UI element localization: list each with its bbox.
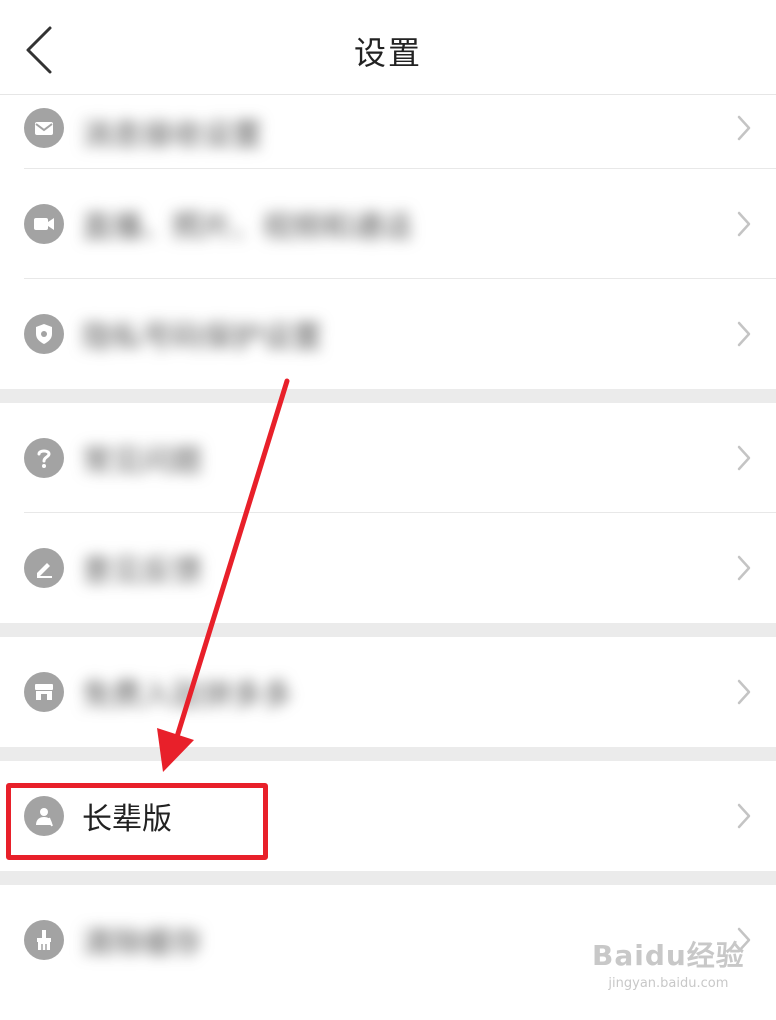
settings-item-message[interactable]: 消息接收设置 [0, 95, 776, 169]
broom-icon [24, 920, 64, 960]
chevron-right-icon [737, 321, 751, 347]
header-bar: 设置 [0, 0, 776, 95]
settings-list: 消息接收设置 直播、照片、视频和通话 隐私号码保护设置 常见问题 意见反馈 免费… [0, 95, 776, 995]
settings-item-privacy[interactable]: 隐私号码保护设置 [0, 279, 776, 389]
settings-item-label: 免费入驻拼多多 [82, 678, 292, 713]
store-icon [24, 672, 64, 712]
chevron-right-icon [737, 803, 751, 829]
watermark-url: jingyan.baidu.com [608, 976, 729, 991]
group-divider [0, 389, 776, 403]
settings-item-feedback[interactable]: 意见反馈 [0, 513, 776, 623]
page-title: 设置 [353, 34, 422, 72]
watermark: Baidu经验 jingyan.baidu.com [592, 934, 745, 991]
pen-icon [24, 548, 64, 588]
chevron-right-icon [737, 555, 751, 581]
chevron-right-icon [737, 679, 751, 705]
question-icon [24, 438, 64, 478]
shield-icon [24, 314, 64, 354]
settings-group-2: 常见问题 意见反馈 [0, 403, 776, 623]
highlight-box [6, 783, 268, 860]
settings-item-merchant[interactable]: 免费入驻拼多多 [0, 637, 776, 747]
watermark-logo: Baidu经验 [592, 939, 745, 972]
group-divider [0, 747, 776, 761]
video-icon [24, 204, 64, 244]
settings-item-label: 清除缓存 [82, 926, 202, 961]
chevron-right-icon [737, 445, 751, 471]
settings-group-3: 免费入驻拼多多 [0, 637, 776, 747]
settings-item-label: 直播、照片、视频和通话 [82, 210, 412, 245]
settings-item-label: 常见问题 [82, 444, 202, 479]
chevron-right-icon [737, 211, 751, 237]
settings-item-label: 意见反馈 [82, 554, 202, 589]
settings-item-faq[interactable]: 常见问题 [0, 403, 776, 513]
settings-item-label: 隐私号码保护设置 [82, 320, 322, 355]
settings-item-media[interactable]: 直播、照片、视频和通话 [0, 169, 776, 279]
group-divider [0, 623, 776, 637]
chevron-right-icon [737, 115, 751, 141]
settings-item-label: 消息接收设置 [82, 118, 262, 153]
group-divider [0, 871, 776, 885]
settings-group-1: 消息接收设置 直播、照片、视频和通话 隐私号码保护设置 [0, 95, 776, 389]
mail-icon [24, 108, 64, 148]
